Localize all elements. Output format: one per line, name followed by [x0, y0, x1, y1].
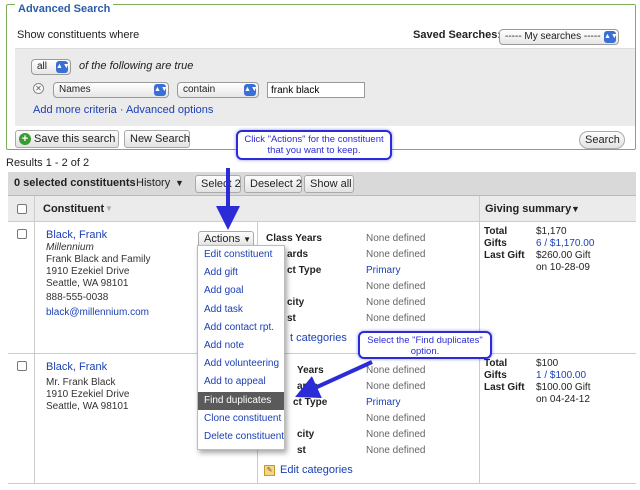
- callout-find-duplicates: Select the "Find duplicates" option.: [358, 331, 492, 359]
- callout-click-actions: Click "Actions" for the constituent that…: [236, 130, 392, 160]
- annotation-arrows: [216, 168, 373, 398]
- arrow-to-find-duplicates: [295, 360, 373, 398]
